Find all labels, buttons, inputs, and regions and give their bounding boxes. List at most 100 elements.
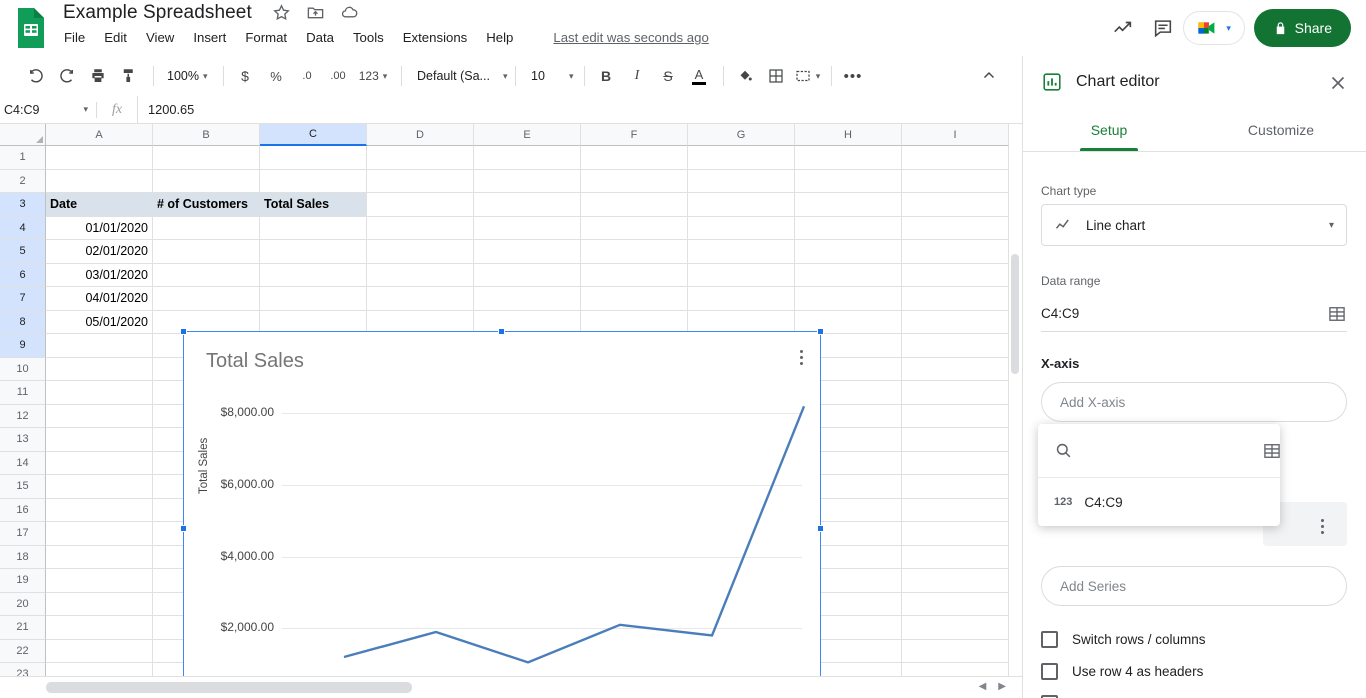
comment-icon[interactable] xyxy=(1143,8,1183,48)
menu-item-insert[interactable]: Insert xyxy=(193,30,226,45)
data-range-row[interactable]: C4:C9 xyxy=(1041,296,1347,332)
vertical-scroll-thumb[interactable] xyxy=(1011,254,1019,374)
row-header-19[interactable]: 19 xyxy=(0,569,46,593)
cell-A15[interactable] xyxy=(46,475,153,499)
menu-item-file[interactable]: File xyxy=(64,30,85,45)
percent-format-button[interactable]: % xyxy=(262,62,290,90)
row-header-20[interactable]: 20 xyxy=(0,592,46,616)
cell-F5[interactable] xyxy=(581,240,688,264)
cell-A8[interactable]: 05/01/2020 xyxy=(46,310,153,334)
cell-B7[interactable] xyxy=(153,287,260,311)
cell-I19[interactable] xyxy=(902,569,1009,593)
cell-F4[interactable] xyxy=(581,216,688,240)
cell-F1[interactable] xyxy=(581,146,688,170)
column-header-c[interactable]: C xyxy=(260,124,367,146)
zoom-level-selector[interactable]: 100% ▾ xyxy=(161,62,213,90)
row-header-16[interactable]: 16 xyxy=(0,498,46,522)
cell-I5[interactable] xyxy=(902,240,1009,264)
tab-customize[interactable]: Customize xyxy=(1195,108,1366,151)
cell-H4[interactable] xyxy=(795,216,902,240)
bold-button[interactable]: B xyxy=(592,62,620,90)
chart-object[interactable]: Total Sales Total Sales $0.00$2,000.00$4… xyxy=(183,331,821,698)
activity-trend-icon[interactable] xyxy=(1103,8,1143,48)
column-header-f[interactable]: F xyxy=(581,124,688,146)
cell-G6[interactable] xyxy=(688,263,795,287)
cell-I4[interactable] xyxy=(902,216,1009,240)
add-x-axis-button[interactable]: Add X-axis xyxy=(1041,382,1347,422)
cell-D5[interactable] xyxy=(367,240,474,264)
cell-A21[interactable] xyxy=(46,616,153,640)
document-title[interactable]: Example Spreadsheet xyxy=(63,2,252,24)
menu-item-view[interactable]: View xyxy=(146,30,174,45)
cell-F3[interactable] xyxy=(581,193,688,217)
cell-A5[interactable]: 02/01/2020 xyxy=(46,240,153,264)
scroll-left-icon[interactable]: ◀ xyxy=(979,681,987,692)
chart-handle-top-center[interactable] xyxy=(498,328,505,335)
undo-icon[interactable] xyxy=(22,62,50,90)
cell-I7[interactable] xyxy=(902,287,1009,311)
vertical-scrollbar[interactable] xyxy=(1010,254,1020,698)
cell-D4[interactable] xyxy=(367,216,474,240)
borders-icon[interactable] xyxy=(762,62,790,90)
menu-item-extensions[interactable]: Extensions xyxy=(403,30,468,45)
last-edit-status[interactable]: Last edit was seconds ago xyxy=(553,30,708,45)
menu-item-help[interactable]: Help xyxy=(486,30,513,45)
cell-I14[interactable] xyxy=(902,451,1009,475)
cloud-saved-icon[interactable] xyxy=(340,3,359,22)
cell-A14[interactable] xyxy=(46,451,153,475)
cell-H5[interactable] xyxy=(795,240,902,264)
row-header-17[interactable]: 17 xyxy=(0,522,46,546)
cell-B3[interactable]: # of Customers xyxy=(153,193,260,217)
row-header-10[interactable]: 10 xyxy=(0,357,46,381)
horizontal-scrollbar[interactable]: ◀ ▶ xyxy=(0,676,1022,698)
select-range-icon[interactable] xyxy=(1327,304,1347,324)
chevron-down-icon[interactable]: ▾ xyxy=(83,104,88,115)
range-option-item[interactable]: 123 C4:C9 xyxy=(1038,478,1280,526)
cell-I11[interactable] xyxy=(902,381,1009,405)
cell-A1[interactable] xyxy=(46,146,153,170)
cell-B6[interactable] xyxy=(153,263,260,287)
checkbox-switch-rows-columns[interactable]: Switch rows / columns xyxy=(1041,631,1206,648)
cell-I18[interactable] xyxy=(902,545,1009,569)
cell-A12[interactable] xyxy=(46,404,153,428)
cell-H7[interactable] xyxy=(795,287,902,311)
select-range-icon[interactable] xyxy=(1262,441,1280,461)
cell-I20[interactable] xyxy=(902,592,1009,616)
cell-E2[interactable] xyxy=(474,169,581,193)
cell-H6[interactable] xyxy=(795,263,902,287)
cell-A17[interactable] xyxy=(46,522,153,546)
column-header-b[interactable]: B xyxy=(153,124,260,146)
checkbox-icon[interactable] xyxy=(1041,631,1058,648)
column-header-d[interactable]: D xyxy=(367,124,474,146)
cell-F2[interactable] xyxy=(581,169,688,193)
text-color-button[interactable]: A xyxy=(685,62,713,90)
menu-item-data[interactable]: Data xyxy=(306,30,334,45)
cell-I9[interactable] xyxy=(902,334,1009,358)
column-header-e[interactable]: E xyxy=(474,124,581,146)
row-header-21[interactable]: 21 xyxy=(0,616,46,640)
series-options-icon[interactable] xyxy=(1313,513,1331,539)
italic-button[interactable]: I xyxy=(623,62,651,90)
formula-input[interactable]: 1200.65 xyxy=(137,96,1022,123)
cell-I16[interactable] xyxy=(902,498,1009,522)
cell-D2[interactable] xyxy=(367,169,474,193)
chart-type-selector[interactable]: Line chart ▾ xyxy=(1041,204,1347,246)
cell-D1[interactable] xyxy=(367,146,474,170)
row-header-5[interactable]: 5 xyxy=(0,240,46,264)
cell-A19[interactable] xyxy=(46,569,153,593)
meet-caret-icon[interactable]: ▾ xyxy=(1226,23,1231,34)
row-header-12[interactable]: 12 xyxy=(0,404,46,428)
row-header-2[interactable]: 2 xyxy=(0,169,46,193)
font-family-selector[interactable]: Default (Sa... ▾ xyxy=(409,62,508,90)
row-header-8[interactable]: 8 xyxy=(0,310,46,334)
cell-I3[interactable] xyxy=(902,193,1009,217)
cell-H3[interactable] xyxy=(795,193,902,217)
cell-G7[interactable] xyxy=(688,287,795,311)
cell-A9[interactable] xyxy=(46,334,153,358)
cell-A3[interactable]: Date xyxy=(46,193,153,217)
cell-I1[interactable] xyxy=(902,146,1009,170)
cell-B4[interactable] xyxy=(153,216,260,240)
cell-F7[interactable] xyxy=(581,287,688,311)
font-size-selector[interactable]: 10 ▾ xyxy=(523,62,574,90)
cell-F6[interactable] xyxy=(581,263,688,287)
